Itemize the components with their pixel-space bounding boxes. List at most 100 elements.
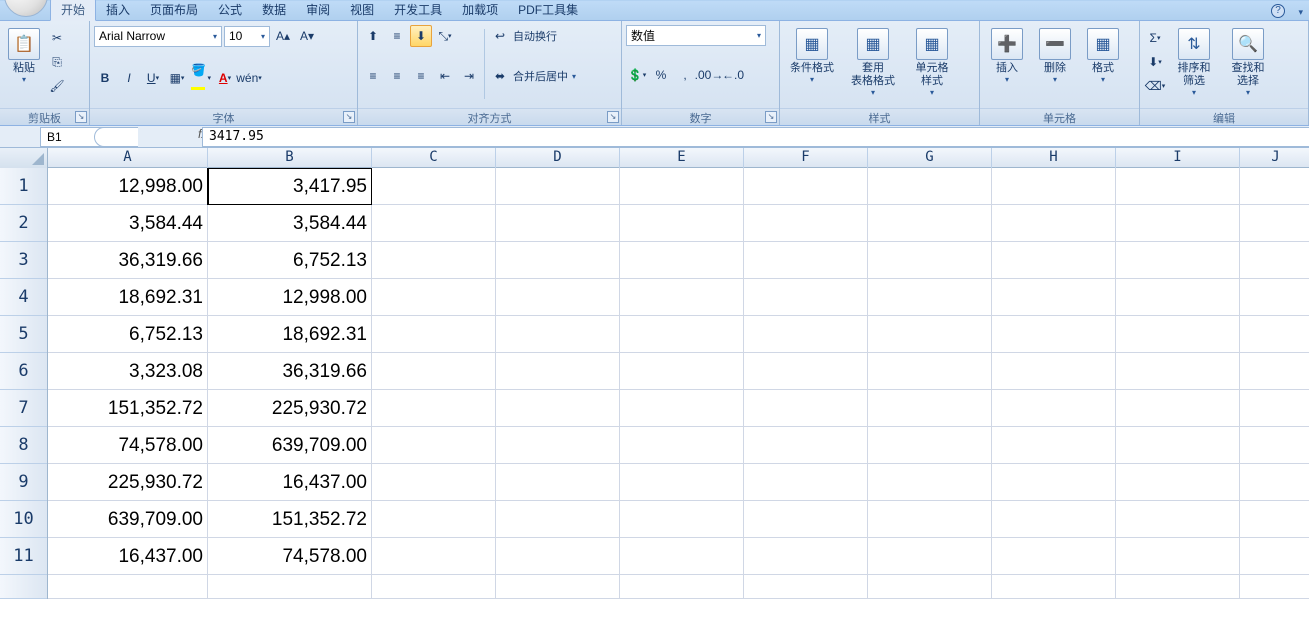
cell-I7[interactable]: [1116, 390, 1240, 427]
cell-D10[interactable]: [496, 501, 620, 538]
cell-F6[interactable]: [744, 353, 868, 390]
comma-button[interactable]: ,: [674, 64, 696, 86]
border-button[interactable]: ▦▾: [166, 67, 188, 89]
delete-cells-button[interactable]: ➖ 删除 ▾: [1032, 25, 1078, 105]
cut-button[interactable]: ✂: [46, 27, 68, 49]
clear-button[interactable]: ⌫▾: [1144, 75, 1166, 97]
formula-input[interactable]: 3417.95: [202, 127, 1309, 147]
cell-I11[interactable]: [1116, 538, 1240, 575]
cell-J7[interactable]: [1240, 390, 1309, 427]
tab-pdf[interactable]: PDF工具集: [508, 0, 588, 20]
align-right-button[interactable]: ≡: [410, 65, 432, 87]
tab-formulas[interactable]: 公式: [208, 0, 252, 20]
cell-A7[interactable]: 151,352.72: [48, 390, 208, 427]
cell-I4[interactable]: [1116, 279, 1240, 316]
cell-G4[interactable]: [868, 279, 992, 316]
column-header-B[interactable]: B: [208, 148, 372, 168]
fx-icon[interactable]: fx: [138, 127, 198, 147]
number-format-combo[interactable]: 数值▾: [626, 25, 766, 46]
cell-E8[interactable]: [620, 427, 744, 464]
cell-C8[interactable]: [372, 427, 496, 464]
increase-decimal-button[interactable]: .00→: [698, 64, 720, 86]
select-all-button[interactable]: [0, 148, 48, 168]
increase-indent-button[interactable]: ⇥: [458, 65, 480, 87]
underline-button[interactable]: U▾: [142, 67, 164, 89]
cell-F12[interactable]: [744, 575, 868, 599]
cell-G8[interactable]: [868, 427, 992, 464]
cell-J6[interactable]: [1240, 353, 1309, 390]
cell-D12[interactable]: [496, 575, 620, 599]
cell-J10[interactable]: [1240, 501, 1309, 538]
merge-center-button[interactable]: ⬌: [489, 65, 511, 87]
cell-E12[interactable]: [620, 575, 744, 599]
cell-H7[interactable]: [992, 390, 1116, 427]
cell-B4[interactable]: 12,998.00: [208, 279, 372, 316]
tab-developer[interactable]: 开发工具: [384, 0, 452, 20]
tab-data[interactable]: 数据: [252, 0, 296, 20]
cell-A10[interactable]: 639,709.00: [48, 501, 208, 538]
cell-D4[interactable]: [496, 279, 620, 316]
cell-B6[interactable]: 36,319.66: [208, 353, 372, 390]
tab-insert[interactable]: 插入: [96, 0, 140, 20]
cell-J3[interactable]: [1240, 242, 1309, 279]
cell-G11[interactable]: [868, 538, 992, 575]
cell-G6[interactable]: [868, 353, 992, 390]
cell-G5[interactable]: [868, 316, 992, 353]
cell-D6[interactable]: [496, 353, 620, 390]
cell-B10[interactable]: 151,352.72: [208, 501, 372, 538]
chevron-down-icon[interactable]: ▾: [572, 72, 576, 81]
cell-C5[interactable]: [372, 316, 496, 353]
cell-B1[interactable]: 3,417.95: [208, 168, 372, 205]
decrease-font-button[interactable]: A▾: [296, 25, 318, 47]
cell-C2[interactable]: [372, 205, 496, 242]
minimize-ribbon-icon[interactable]: ▾: [1298, 7, 1303, 18]
align-middle-button[interactable]: ≡: [386, 25, 408, 47]
cell-C1[interactable]: [372, 168, 496, 205]
cell-H9[interactable]: [992, 464, 1116, 501]
row-header-11[interactable]: 11: [0, 538, 47, 575]
row-header-6[interactable]: 6: [0, 353, 47, 390]
cell-B11[interactable]: 74,578.00: [208, 538, 372, 575]
cell-C3[interactable]: [372, 242, 496, 279]
cell-D5[interactable]: [496, 316, 620, 353]
column-header-I[interactable]: I: [1116, 148, 1240, 168]
tab-view[interactable]: 视图: [340, 0, 384, 20]
grid[interactable]: 12,998.003,417.953,584.443,584.4436,319.…: [48, 168, 1309, 599]
column-header-G[interactable]: G: [868, 148, 992, 168]
column-header-D[interactable]: D: [496, 148, 620, 168]
wrap-text-button[interactable]: ↩: [489, 25, 511, 47]
cell-H3[interactable]: [992, 242, 1116, 279]
cell-E7[interactable]: [620, 390, 744, 427]
cell-E9[interactable]: [620, 464, 744, 501]
row-header-12[interactable]: [0, 575, 47, 599]
fill-button[interactable]: ⬇▾: [1144, 51, 1166, 73]
cell-F9[interactable]: [744, 464, 868, 501]
conditional-formatting-button[interactable]: ▦ 条件格式 ▾: [784, 25, 840, 105]
cell-B5[interactable]: 18,692.31: [208, 316, 372, 353]
cell-J2[interactable]: [1240, 205, 1309, 242]
cell-I5[interactable]: [1116, 316, 1240, 353]
cell-F7[interactable]: [744, 390, 868, 427]
cell-E2[interactable]: [620, 205, 744, 242]
cell-I10[interactable]: [1116, 501, 1240, 538]
cell-F10[interactable]: [744, 501, 868, 538]
italic-button[interactable]: I: [118, 67, 140, 89]
cell-D3[interactable]: [496, 242, 620, 279]
tab-addins[interactable]: 加载项: [452, 0, 508, 20]
row-header-9[interactable]: 9: [0, 464, 47, 501]
cell-E3[interactable]: [620, 242, 744, 279]
cell-C6[interactable]: [372, 353, 496, 390]
cell-D1[interactable]: [496, 168, 620, 205]
cell-G2[interactable]: [868, 205, 992, 242]
cell-G9[interactable]: [868, 464, 992, 501]
cell-C12[interactable]: [372, 575, 496, 599]
column-header-H[interactable]: H: [992, 148, 1116, 168]
row-header-10[interactable]: 10: [0, 501, 47, 538]
cell-G12[interactable]: [868, 575, 992, 599]
cell-A4[interactable]: 18,692.31: [48, 279, 208, 316]
cell-A1[interactable]: 12,998.00: [48, 168, 208, 205]
cell-C10[interactable]: [372, 501, 496, 538]
font-name-combo[interactable]: Arial Narrow▾: [94, 26, 222, 47]
cell-C11[interactable]: [372, 538, 496, 575]
column-header-J[interactable]: J: [1240, 148, 1309, 168]
